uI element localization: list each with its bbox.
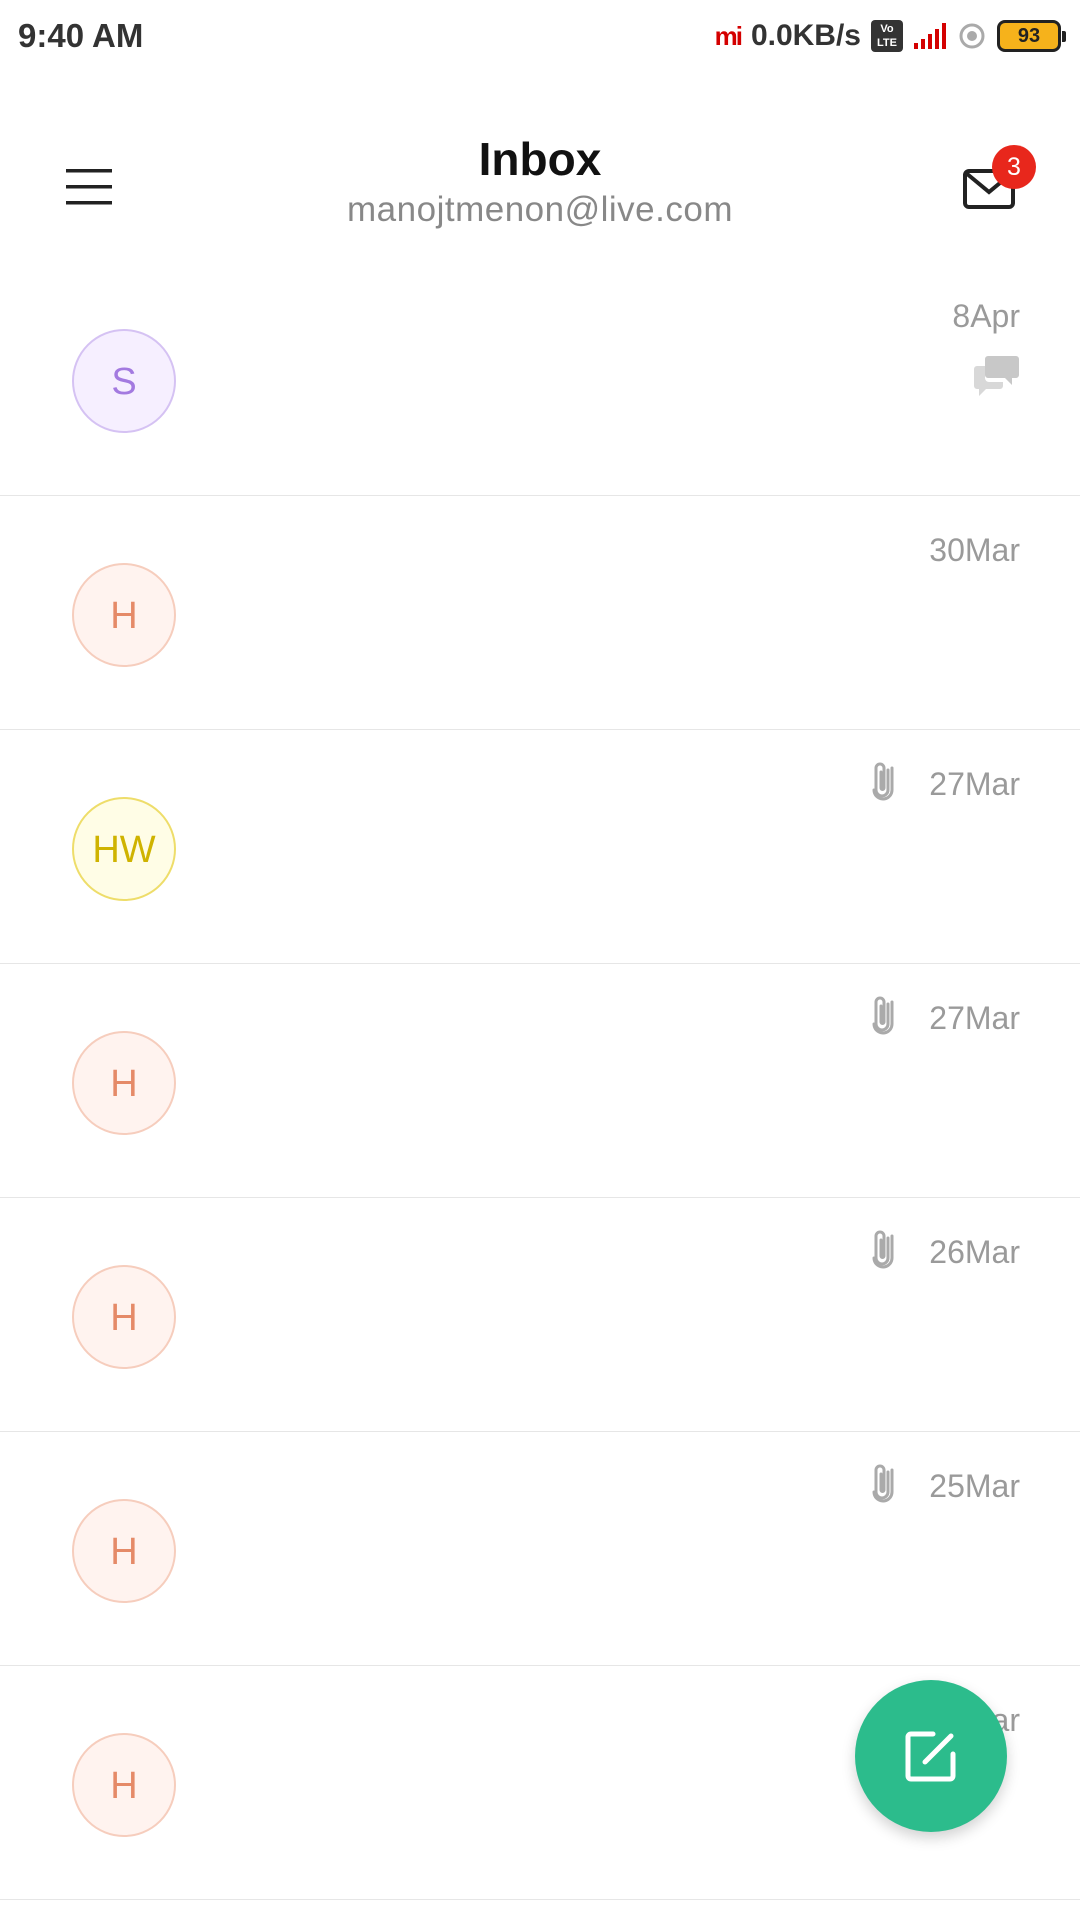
conversation-icon: [974, 356, 1019, 396]
mail-date: 25Mar: [929, 1468, 1020, 1504]
page-title: Inbox: [478, 133, 602, 185]
battery-icon: 93: [997, 20, 1066, 52]
attachment-icon: [872, 762, 894, 801]
sender-avatar: HW: [72, 797, 176, 901]
attachment-icon: [872, 1464, 894, 1503]
volte-top: Vo: [880, 23, 894, 35]
mail-date: 30Mar: [929, 532, 1020, 568]
sender-avatar: H: [72, 1031, 176, 1135]
account-email[interactable]: manojtmenon@live.com: [0, 190, 1080, 230]
sender-avatar: H: [72, 1499, 176, 1603]
mail-item[interactable]: HW 27Mar: [0, 730, 1080, 964]
mail-date: 27Mar: [929, 766, 1020, 802]
mail-item[interactable]: S 8Apr: [0, 262, 1080, 496]
mail-item[interactable]: H 26Mar: [0, 1198, 1080, 1432]
sender-avatar: H: [72, 1733, 176, 1837]
sync-icon: [959, 23, 985, 49]
mail-item[interactable]: H 27Mar: [0, 964, 1080, 1198]
mail-date: 27Mar: [929, 1000, 1020, 1036]
compose-button[interactable]: [855, 1680, 1007, 1832]
status-time: 9:40 AM: [18, 17, 144, 54]
sender-avatar: S: [72, 329, 176, 433]
sender-avatar: H: [72, 1265, 176, 1369]
sender-avatar: H: [72, 563, 176, 667]
status-icons: mi 0.0KB/s Vo LTE 93: [715, 16, 1066, 56]
mail-item[interactable]: H 25Mar: [0, 1432, 1080, 1666]
volte-bottom: LTE: [877, 37, 897, 49]
status-bar: 9:40 AM mi 0.0KB/s Vo LTE 93: [0, 0, 1080, 72]
volte-icon: Vo LTE: [871, 20, 903, 52]
unread-badge: 3: [992, 145, 1036, 189]
net-speed: 0.0KB/s: [750, 19, 861, 52]
compose-icon: [905, 1731, 956, 1782]
app-header: Inbox manojtmenon@live.com 3: [0, 72, 1080, 272]
mail-date: 26Mar: [929, 1234, 1020, 1270]
mi-logo: mi: [714, 20, 743, 51]
attachment-icon: [872, 1230, 894, 1269]
signal-icon: [914, 23, 946, 49]
mail-list: S 8Apr H 30Mar HW 27Mar H 27Mar H 26Mar: [0, 262, 1080, 1900]
mail-date: 8Apr: [952, 298, 1020, 334]
battery-level: 93: [997, 20, 1061, 52]
mail-item[interactable]: H 30Mar: [0, 496, 1080, 730]
attachment-icon: [872, 996, 894, 1035]
